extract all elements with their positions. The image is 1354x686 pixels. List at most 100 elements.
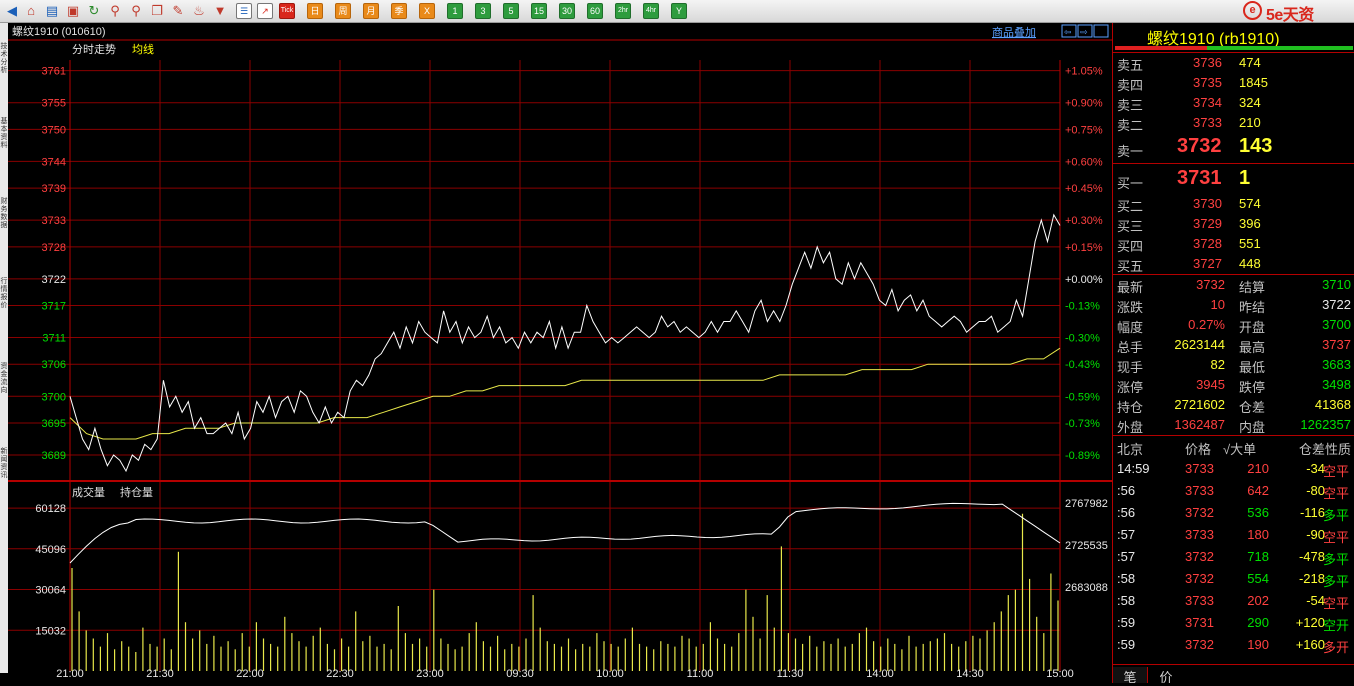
season-button[interactable]: 季 (391, 3, 407, 19)
bid-volume: 448 (1239, 256, 1261, 271)
time-tick-label: 14:30 (956, 668, 984, 680)
tick-volume: 554 (1247, 571, 1269, 586)
tick-row[interactable]: :56 3733 642 -80 空平 (1113, 481, 1354, 501)
bid-level-1[interactable]: 买一 3731 1 (1113, 165, 1354, 193)
paint-icon[interactable]: ♨ (191, 3, 207, 19)
15min-button[interactable]: 15 (531, 3, 547, 19)
zoom-out-icon[interactable]: ⚲ (128, 3, 144, 19)
tick-oi-change: -478 (1298, 549, 1325, 564)
tick-row[interactable]: 14:59 3733 210 -34 空平 (1113, 459, 1354, 479)
4hr-button[interactable]: 4hr (643, 3, 659, 19)
tick-row[interactable]: :57 3733 180 -90 空平 (1113, 525, 1354, 545)
stat-value: 1362487 (1174, 417, 1225, 432)
brand-mark-icon: e (1243, 1, 1262, 20)
stat-label: 最低 (1239, 360, 1266, 375)
week-button[interactable]: 周 (335, 3, 351, 19)
price-tick-label: 3755 (42, 98, 66, 110)
scroll-left-glyph: ⇦ (1064, 27, 1072, 37)
bid-level-2[interactable]: 买二 3730 574 (1113, 194, 1354, 214)
tick-volume: 202 (1247, 593, 1269, 608)
refresh-icon[interactable]: ↻ (86, 3, 102, 19)
bid-level-4[interactable]: 买四 3728 551 (1113, 234, 1354, 254)
stat-row: 总手 2623144 最高 3737 (1113, 335, 1354, 355)
tick-nature: 多平 (1323, 574, 1350, 589)
filter-icon[interactable]: ▼ (212, 3, 228, 19)
price-tick-label: 3700 (42, 391, 66, 403)
overlay-button-label[interactable]: 商品叠加 (992, 25, 1036, 39)
stat-value: 2623144 (1174, 337, 1225, 352)
year-button[interactable]: Y (671, 3, 687, 19)
avg-line-label: 均线 (132, 42, 154, 56)
tick-row[interactable]: :58 3732 554 -218 多平 (1113, 569, 1354, 589)
price-tick-label: 3695 (42, 418, 66, 430)
ask-price: 3735 (1193, 75, 1222, 90)
ask-level-5[interactable]: 卖五 3736 474 (1113, 53, 1354, 73)
tick-nature: 空平 (1323, 530, 1350, 545)
stat-label: 昨结 (1239, 300, 1266, 315)
ask-level-1[interactable]: 卖一 3732 143 (1113, 133, 1354, 161)
2hr-button[interactable]: 2hr (615, 3, 631, 19)
tick-time: :57 (1117, 527, 1136, 542)
bid-price: 3731 (1177, 167, 1222, 189)
ask-price: 3736 (1193, 55, 1222, 70)
stat-label: 最高 (1239, 340, 1266, 355)
tick-row[interactable]: :57 3732 718 -478 多平 (1113, 547, 1354, 567)
stat-label: 跌停 (1239, 380, 1266, 395)
ticks-header-volume[interactable]: √大单 (1223, 439, 1256, 458)
brand-logo: e 5e天资 (1243, 1, 1353, 24)
quote-panel: 螺纹1910 (rb1910) 卖五 3736 474 卖四 3735 1845 卖三 373… (1112, 23, 1354, 685)
book-icon[interactable]: ▤ (44, 3, 60, 19)
tick-time: :58 (1117, 571, 1136, 586)
tick-oi-change: +160 (1295, 637, 1325, 652)
sidebar-tab-capital[interactable]: 资金流向 (0, 363, 8, 395)
pen-icon[interactable]: ✎ (170, 3, 186, 19)
tab-ticks[interactable]: 笔 (1113, 667, 1148, 685)
tick-volume: 210 (1247, 461, 1269, 476)
tick-oi-change: -218 (1298, 571, 1325, 586)
price-tick-label: 3711 (42, 333, 66, 345)
bid-level-5[interactable]: 买五 3727 448 (1113, 254, 1354, 274)
stat-row: 幅度 0.27% 开盘 3700 (1113, 315, 1354, 335)
sidebar-tab-basic[interactable]: 基本资料 (0, 118, 8, 150)
tick-button[interactable]: Tick (279, 3, 295, 19)
ask-price: 3734 (1193, 95, 1222, 110)
back-arrow-icon[interactable]: ◀ (4, 3, 20, 19)
3min-button[interactable]: 3 (475, 3, 491, 19)
bid-label: 买二 (1117, 199, 1144, 214)
30min-button[interactable]: 30 (559, 3, 575, 19)
oi-tick-label: 2767982 (1065, 498, 1108, 510)
tick-row[interactable]: :56 3732 536 -116 多平 (1113, 503, 1354, 523)
tick-row[interactable]: :59 3731 290 +120 空开 (1113, 613, 1354, 633)
window-icon[interactable]: ❐ (149, 3, 165, 19)
ask-level-2[interactable]: 卖二 3733 210 (1113, 113, 1354, 133)
month-button[interactable]: 月 (363, 3, 379, 19)
stat-label: 最新 (1117, 280, 1144, 295)
1min-button[interactable]: 1 (447, 3, 463, 19)
price-tick-label: 3733 (42, 215, 66, 227)
tick-row[interactable]: :58 3733 202 -54 空平 (1113, 591, 1354, 611)
5min-button[interactable]: 5 (503, 3, 519, 19)
minute-chart-icon[interactable]: ↗ (257, 3, 273, 19)
home-icon[interactable]: ⌂ (23, 3, 39, 19)
ask-level-4[interactable]: 卖四 3735 1845 (1113, 73, 1354, 93)
tick-row[interactable]: :59 3732 190 +160 多开 (1113, 635, 1354, 655)
bid-label: 买一 (1117, 176, 1144, 191)
tick-time: 14:59 (1117, 461, 1150, 476)
percent-tick-label: +0.15% (1065, 242, 1103, 254)
sidebar-tab-news[interactable]: 新闻资讯 (0, 448, 8, 480)
f10-icon[interactable]: ▣ (65, 3, 81, 19)
sidebar-tab-finance[interactable]: 财务数据 (0, 198, 8, 230)
buy-strength-bar (1207, 46, 1353, 50)
sidebar-tab-technical[interactable]: 技术分析 (0, 43, 8, 75)
volume-label: 成交量 (72, 485, 105, 499)
intraday-chart[interactable]: 螺纹1910 (010610) 商品叠加 ⇦ ⇨ 分时走势 均线 3761 375… (8, 23, 1112, 683)
tab-price[interactable]: 价 (1149, 667, 1183, 685)
bid-level-3[interactable]: 买三 3729 396 (1113, 214, 1354, 234)
table-icon[interactable]: ☰ (236, 3, 252, 19)
day-button[interactable]: 日 (307, 3, 323, 19)
zoom-in-icon[interactable]: ⚲ (107, 3, 123, 19)
60min-button[interactable]: 60 (587, 3, 603, 19)
ask-level-3[interactable]: 卖三 3734 324 (1113, 93, 1354, 113)
sidebar-tab-quote[interactable]: 行情报价 (0, 278, 8, 310)
x-button[interactable]: X (419, 3, 435, 19)
